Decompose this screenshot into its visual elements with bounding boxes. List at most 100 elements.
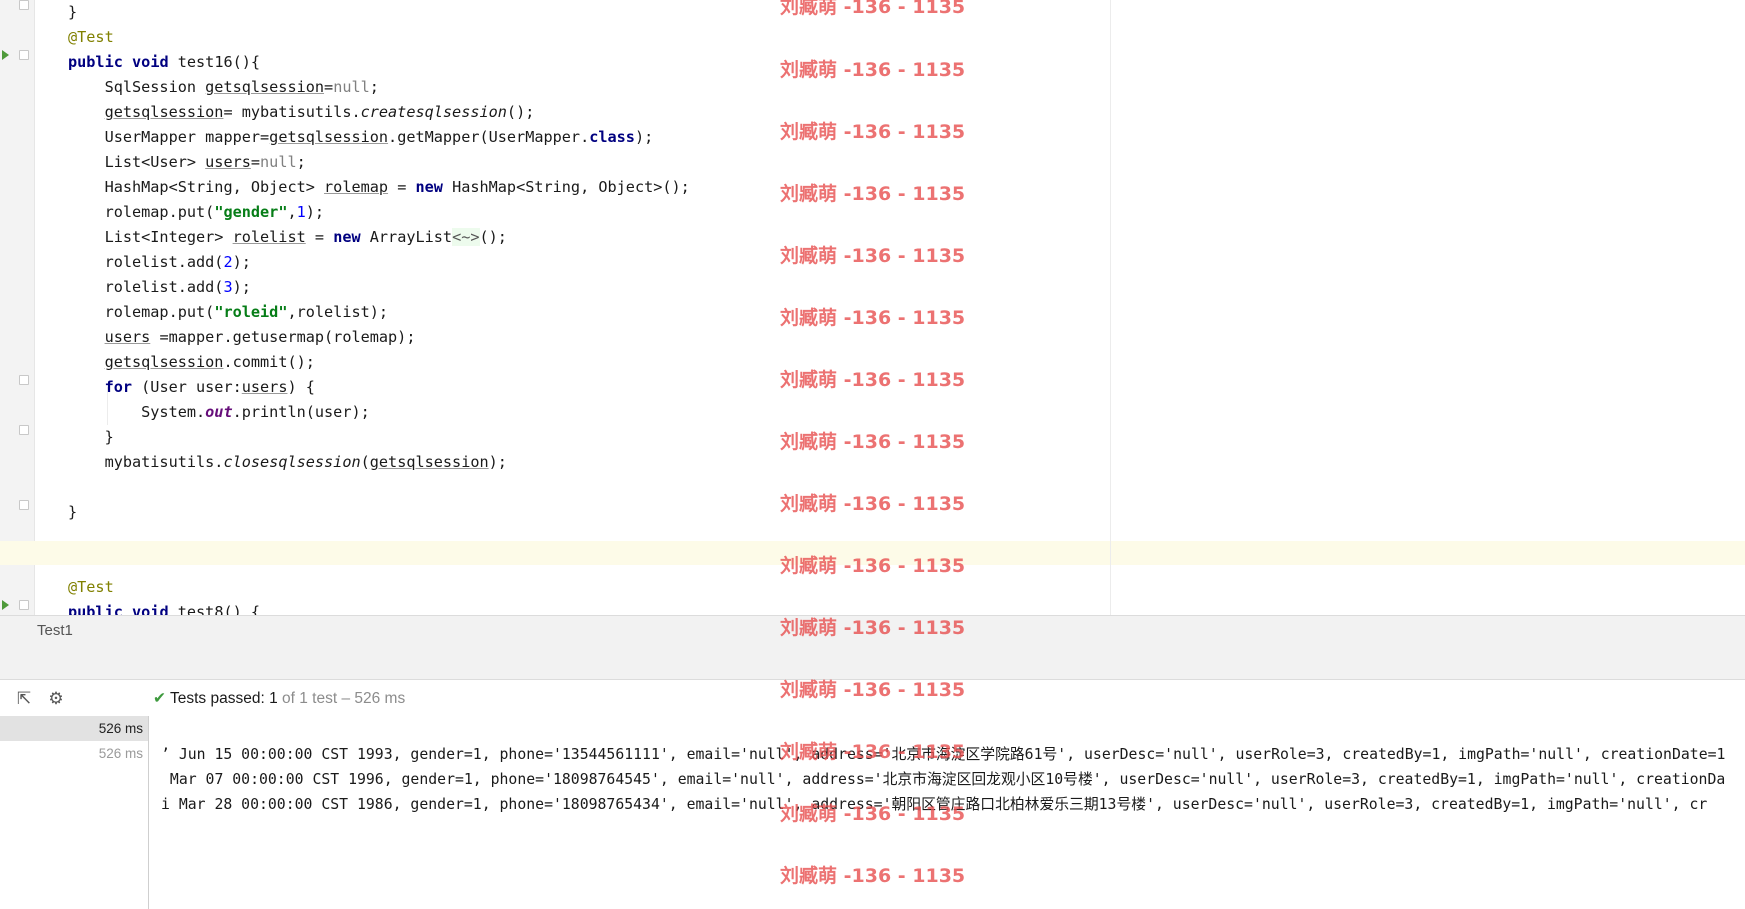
code-token: test8() { xyxy=(168,603,261,615)
code-line[interactable]: UserMapper mapper=getsqlsession.getMappe… xyxy=(68,125,690,150)
test-root-time[interactable]: 526 ms xyxy=(0,716,148,741)
code-text[interactable]: } @Test public void test16(){ SqlSession g… xyxy=(68,0,690,615)
code-line[interactable]: mybatisutils.closesqlsession(getsqlsessi… xyxy=(68,450,690,475)
code-token: users xyxy=(205,153,251,171)
fold-marker[interactable] xyxy=(19,50,29,60)
code-token: System. xyxy=(68,403,206,421)
code-token: = xyxy=(250,153,261,171)
code-token: null xyxy=(333,78,370,96)
code-token: @Test xyxy=(68,28,114,46)
run-panel-header xyxy=(0,646,1745,680)
code-token: ( xyxy=(360,453,370,471)
code-token: ); xyxy=(634,128,654,146)
code-editor[interactable]: } @Test public void test16(){ SqlSession g… xyxy=(0,0,1745,615)
code-line[interactable] xyxy=(68,525,690,550)
code-token: for xyxy=(104,378,133,396)
code-line[interactable]: @Test xyxy=(68,575,690,600)
code-token: 3 xyxy=(223,278,233,296)
code-token: HashMap<String, Object>(); xyxy=(442,178,690,196)
run-test-icon[interactable] xyxy=(2,50,9,60)
code-token: } xyxy=(68,428,114,446)
code-token: new xyxy=(415,178,443,196)
tab-test1[interactable]: Test1 xyxy=(37,622,73,639)
code-line[interactable]: @Test xyxy=(68,25,690,50)
code-line[interactable]: for (User user:users) { xyxy=(68,375,690,400)
code-token: rolemap.put( xyxy=(68,203,215,221)
code-line[interactable]: public void test16(){ xyxy=(68,50,690,75)
test-item-time[interactable]: 526 ms xyxy=(0,741,148,766)
code-line[interactable]: getsqlsession.commit(); xyxy=(68,350,690,375)
right-margin-guide xyxy=(1110,0,1111,615)
code-token: = mybatisutils. xyxy=(223,103,361,121)
code-token: 1 xyxy=(296,203,306,221)
code-token: null xyxy=(260,153,297,171)
code-token: UserMapper mapper= xyxy=(68,128,270,146)
code-line[interactable]: System.out.println(user); xyxy=(68,400,690,425)
code-token: getsqlsession xyxy=(104,103,224,121)
code-token: .println(user); xyxy=(232,403,370,421)
code-line[interactable]: getsqlsession= mybatisutils.createsqlses… xyxy=(68,100,690,125)
code-token: (User user: xyxy=(132,378,242,396)
test-status: ✔ Tests passed: 1 of 1 test – 526 ms xyxy=(153,689,405,708)
code-token: rolemap xyxy=(324,178,389,196)
code-line[interactable]: } xyxy=(68,0,690,25)
code-line[interactable]: HashMap<String, Object> rolemap = new Ha… xyxy=(68,175,690,200)
code-line[interactable] xyxy=(68,475,690,500)
code-token: } xyxy=(68,503,78,521)
code-token: closesqlsession xyxy=(223,453,361,471)
code-line[interactable]: } xyxy=(68,425,690,450)
code-token: .getMapper(UserMapper. xyxy=(388,128,590,146)
code-line[interactable]: List<User> users=null; xyxy=(68,150,690,175)
gear-icon[interactable]: ⚙ xyxy=(46,689,66,709)
status-rest: of 1 test – 526 ms xyxy=(277,690,406,707)
code-token: test16(){ xyxy=(168,53,261,71)
code-line[interactable]: SqlSession getsqlsession=null; xyxy=(68,75,690,100)
code-line[interactable]: rolelist.add(3); xyxy=(68,275,690,300)
fold-marker[interactable] xyxy=(19,600,29,610)
code-line[interactable]: rolelist.add(2); xyxy=(68,250,690,275)
code-token: getsqlsession xyxy=(205,78,325,96)
code-token: List<Integer> xyxy=(68,228,233,246)
code-token: =mapper.getusermap(rolemap); xyxy=(150,328,416,346)
code-token: List<User> xyxy=(68,153,206,171)
code-token: rolelist.add( xyxy=(68,278,224,296)
code-token: ; xyxy=(369,78,379,96)
code-token: (); xyxy=(506,103,535,121)
code-token: HashMap<String, Object> xyxy=(68,178,325,196)
code-token: mybatisutils. xyxy=(68,453,224,471)
check-icon: ✔ xyxy=(153,689,166,707)
code-token: new xyxy=(333,228,361,246)
code-token: class xyxy=(589,128,635,146)
code-token: ; xyxy=(296,153,306,171)
code-line[interactable]: users =mapper.getusermap(rolemap); xyxy=(68,325,690,350)
code-token: SqlSession xyxy=(68,78,206,96)
code-line[interactable]: rolemap.put("gender",1); xyxy=(68,200,690,225)
editor-gutter[interactable] xyxy=(0,0,35,615)
code-line[interactable]: public void test8() { xyxy=(68,600,690,615)
code-line[interactable] xyxy=(68,550,690,575)
code-line[interactable]: rolemap.put("roleid",rolelist); xyxy=(68,300,690,325)
export-icon[interactable]: ⇱ xyxy=(14,689,34,709)
code-token: getsqlsession xyxy=(104,353,224,371)
code-token: .commit(); xyxy=(223,353,315,371)
code-token: rolelist.add( xyxy=(68,253,224,271)
code-token: ); xyxy=(305,203,325,221)
fold-marker[interactable] xyxy=(19,425,29,435)
code-token: ,rolelist); xyxy=(287,303,389,321)
test-results-tree[interactable]: 526 ms 526 ms xyxy=(0,716,149,909)
code-token: = xyxy=(324,78,334,96)
fold-marker[interactable] xyxy=(19,375,29,385)
code-token: getsqlsession xyxy=(369,453,489,471)
code-line[interactable]: List<Integer> rolelist = new ArrayList<~… xyxy=(68,225,690,250)
code-token: ArrayList xyxy=(360,228,453,246)
console-line: i Mar 28 00:00:00 CST 1986, gender=1, ph… xyxy=(161,796,1708,813)
run-test-icon[interactable] xyxy=(2,600,9,610)
fold-marker[interactable] xyxy=(19,500,29,510)
code-token: users xyxy=(104,328,151,346)
fold-marker[interactable] xyxy=(19,0,29,10)
console-output[interactable]: ’ Jun 15 00:00:00 CST 1993, gender=1, ph… xyxy=(149,716,1745,909)
code-line[interactable]: } xyxy=(68,500,690,525)
